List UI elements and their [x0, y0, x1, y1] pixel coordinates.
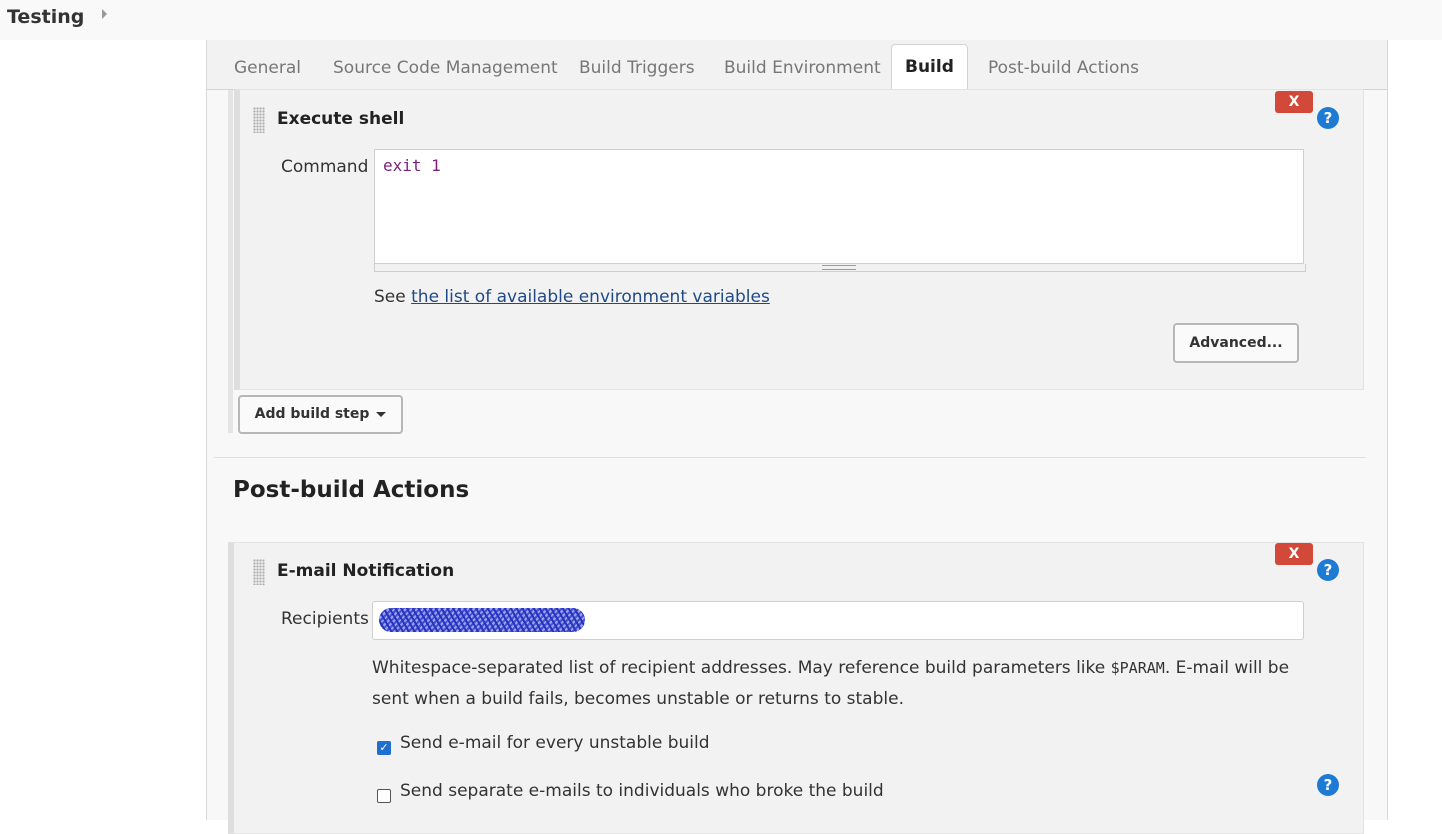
checkbox-unstable-build[interactable]: ✓	[377, 741, 391, 755]
delete-step-button[interactable]: X	[1275, 91, 1313, 113]
tab-build-triggers[interactable]: Build Triggers	[579, 58, 695, 78]
execute-shell-title: Execute shell	[277, 109, 405, 129]
tab-source-code-management[interactable]: Source Code Management	[333, 58, 558, 78]
tab-post-build-actions[interactable]: Post-build Actions	[988, 58, 1139, 78]
grip-icon	[822, 265, 856, 270]
add-build-step-label: Add build step	[254, 406, 370, 422]
recipients-label: Recipients	[281, 609, 369, 629]
checkbox-unstable-label[interactable]: Send e-mail for every unstable build	[400, 733, 710, 753]
execute-shell-step: Execute shell X ? Command exit 1 See the…	[234, 89, 1364, 390]
desc-param: $PARAM	[1110, 659, 1165, 677]
add-build-step-button[interactable]: Add build step	[238, 395, 403, 434]
individuals-help-icon[interactable]: ?	[1317, 774, 1339, 796]
breadcrumb-job-name[interactable]: Testing	[7, 6, 84, 28]
delete-action-button[interactable]: X	[1275, 543, 1313, 565]
recipients-input[interactable]	[372, 601, 1304, 640]
command-label: Command	[281, 157, 369, 177]
help-icon[interactable]: ?	[1317, 107, 1339, 129]
breadcrumb-arrow-icon[interactable]	[102, 9, 107, 19]
drag-handle-icon[interactable]	[253, 107, 265, 133]
config-panel: General Source Code Management Build Tri…	[206, 40, 1388, 834]
tab-build-environment[interactable]: Build Environment	[724, 58, 881, 78]
breadcrumb-bar: Testing	[0, 0, 1442, 40]
recipients-description: Whitespace-separated list of recipient a…	[372, 653, 1302, 715]
section-divider	[214, 457, 1366, 458]
env-vars-line: See the list of available environment va…	[374, 287, 770, 307]
command-textarea[interactable]: exit 1	[374, 149, 1304, 264]
caret-down-icon	[376, 411, 387, 417]
desc-part1: Whitespace-separated list of recipient a…	[372, 658, 1111, 678]
build-steps-rail	[228, 90, 233, 433]
checkbox-individuals-label[interactable]: Send separate e-mails to individuals who…	[400, 781, 884, 801]
drag-handle-icon[interactable]	[253, 559, 265, 585]
tab-general[interactable]: General	[234, 58, 301, 78]
email-notification-step: E-mail Notification X ? Recipients White…	[228, 542, 1364, 834]
redacted-recipients	[379, 608, 585, 632]
textarea-resize-handle[interactable]	[374, 264, 1306, 272]
checkbox-individuals[interactable]	[377, 789, 391, 803]
config-tabbar: General Source Code Management Build Tri…	[207, 40, 1387, 90]
env-vars-link[interactable]: the list of available environment variab…	[411, 287, 770, 307]
help-icon[interactable]: ?	[1317, 559, 1339, 581]
env-vars-prefix: See	[374, 287, 412, 307]
advanced-button[interactable]: Advanced...	[1173, 323, 1299, 363]
email-notification-title: E-mail Notification	[277, 561, 455, 581]
tab-build[interactable]: Build	[891, 44, 968, 90]
post-build-actions-header: Post-build Actions	[233, 477, 470, 503]
